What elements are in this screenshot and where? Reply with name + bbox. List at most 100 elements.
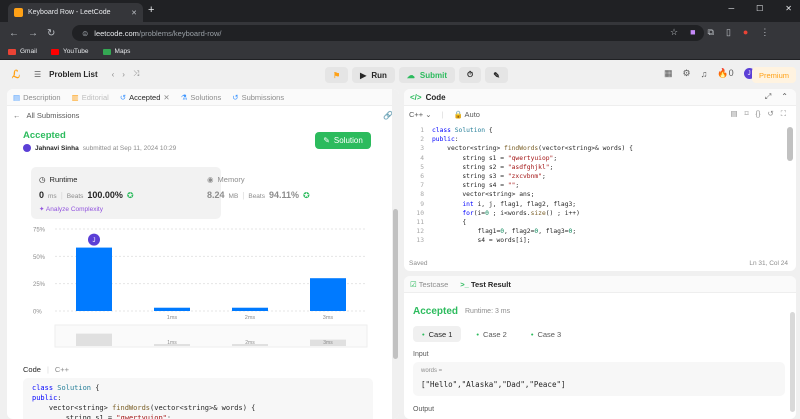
chart-bar[interactable] bbox=[76, 247, 112, 311]
runtime-label: ◷ Runtime bbox=[39, 175, 78, 184]
notifications-icon[interactable]: ♫ bbox=[701, 69, 708, 79]
extensions-puzzle-icon[interactable]: ⧉ bbox=[708, 27, 714, 38]
collapse-icon[interactable]: ⌃ bbox=[781, 92, 788, 102]
close-tab-icon[interactable]: ✕ bbox=[163, 93, 169, 102]
maps-icon bbox=[102, 48, 111, 55]
chart-bar[interactable] bbox=[232, 307, 268, 311]
editorial-icon: ▥ bbox=[71, 92, 79, 102]
line-number: 2 bbox=[420, 136, 424, 144]
run-button[interactable]: ▶ Run bbox=[352, 67, 395, 83]
all-submissions-link[interactable]: ← All Submissions bbox=[13, 111, 79, 120]
chart-bar[interactable] bbox=[310, 278, 346, 311]
bookmark-youtube[interactable]: YouTube bbox=[50, 48, 89, 55]
address-bar[interactable]: ⊜ leetcode.com/problems/keyboard-row/ bbox=[72, 25, 704, 41]
reset-icon[interactable]: ↺ bbox=[767, 109, 773, 119]
notes-icon[interactable]: ▤ bbox=[730, 109, 737, 119]
tab-editorial[interactable]: ▥ Editorial bbox=[72, 93, 109, 102]
extension-icon[interactable]: ■ bbox=[690, 27, 695, 38]
auto-mode-toggle[interactable]: 🔒 Auto bbox=[454, 110, 480, 119]
minimize-icon[interactable]: ─ bbox=[728, 4, 734, 13]
submitted-at: submitted at Sep 11, 2024 10:29 bbox=[82, 144, 177, 152]
problem-list-link[interactable]: Problem List bbox=[49, 70, 97, 79]
bookmark-icon[interactable]: ⌑ bbox=[745, 109, 749, 119]
submit-button[interactable]: ☁ Submit bbox=[398, 67, 455, 83]
close-window-icon[interactable]: ✕ bbox=[785, 4, 792, 13]
editor-scrollbar[interactable] bbox=[787, 127, 793, 161]
bookmark-gmail[interactable]: Gmail bbox=[8, 48, 37, 55]
notes-button[interactable]: ✎ bbox=[485, 67, 508, 83]
navigator-label: 2ms bbox=[245, 340, 255, 346]
streak-fire-icon[interactable]: 🔥0 bbox=[717, 68, 733, 79]
code-line: class Solution { bbox=[32, 384, 100, 392]
maximize-icon[interactable]: ☐ bbox=[756, 4, 763, 13]
history-icon: ↺ bbox=[119, 92, 127, 102]
output-label: Output bbox=[413, 406, 435, 413]
runtime-card[interactable]: ◷ Runtime 0 ms | Beats 100.00% ✪ ✦ Analyz… bbox=[31, 167, 221, 219]
code-lines[interactable]: class Solution { public: vector<string> … bbox=[432, 126, 633, 246]
leetcode-logo-icon[interactable]: ℒ bbox=[12, 68, 22, 81]
shuffle-icon[interactable]: ⤨ bbox=[133, 69, 139, 79]
scrollbar-thumb[interactable] bbox=[393, 209, 398, 359]
memory-card[interactable]: ◉ Memory 8.24 MB | Beats 94.11% ✪ bbox=[207, 167, 357, 219]
author-name[interactable]: Jahnavi Sinha bbox=[35, 145, 79, 152]
test-tabs: ☑ Testcase >_ Test Result bbox=[404, 276, 796, 293]
award-icon: ✪ bbox=[126, 191, 134, 200]
site-info-icon[interactable]: ⊜ bbox=[82, 29, 88, 38]
fullscreen-icon[interactable]: ⛶ bbox=[781, 109, 786, 119]
menu-icon[interactable]: ⋮ bbox=[760, 27, 769, 38]
settings-icon[interactable]: ⚙ bbox=[683, 68, 691, 79]
code-line: vector<string> findWords(vector<string>&… bbox=[32, 404, 256, 412]
chart-bar[interactable] bbox=[154, 307, 190, 311]
editor-title: Code bbox=[425, 92, 446, 102]
tab-title: Keyboard Row - LeetCode bbox=[28, 9, 111, 16]
next-problem-icon[interactable]: › bbox=[122, 70, 125, 79]
solution-button[interactable]: ✎ Solution bbox=[315, 132, 371, 149]
y-tick-label: 75% bbox=[33, 228, 46, 234]
tab-accepted[interactable]: ↺ Accepted ✕ bbox=[120, 93, 170, 102]
submission-status: Accepted bbox=[23, 130, 66, 141]
analyze-complexity-link[interactable]: ✦ Analyze Complexity bbox=[39, 205, 103, 213]
list-icon[interactable]: ☰ bbox=[34, 70, 41, 79]
premium-button[interactable]: Premium bbox=[752, 67, 796, 83]
browser-tab[interactable]: Keyboard Row - LeetCode ✕ bbox=[8, 3, 143, 22]
bookmark-maps[interactable]: Maps bbox=[102, 48, 130, 55]
debug-button[interactable]: ⚑ bbox=[325, 67, 349, 83]
left-tabs: ▤ Description ▥ Editorial ↺ Accepted ✕ ⚗ Solu… bbox=[7, 89, 399, 106]
runtime-distribution-chart[interactable]: 0% 25% 50% 75% J 1ms 2ms 3ms 1ms 2ms 3ms bbox=[31, 225, 373, 349]
input-variable: words = bbox=[421, 368, 443, 374]
maximize-icon[interactable]: ⤢ bbox=[765, 92, 771, 102]
terminal-icon: >_ bbox=[460, 279, 469, 289]
tab-test-result[interactable]: >_ Test Result bbox=[460, 280, 511, 289]
test-scrollbar[interactable] bbox=[790, 312, 795, 412]
timer-button[interactable]: ⏱ bbox=[459, 67, 482, 83]
new-tab-button[interactable]: + bbox=[148, 4, 154, 16]
close-tab-icon[interactable]: ✕ bbox=[131, 9, 137, 17]
profile-icon[interactable]: ● bbox=[743, 27, 748, 38]
runtime-beats: 100.00% bbox=[87, 190, 123, 200]
flask-icon: ⚗ bbox=[180, 92, 188, 102]
code-section-label: Code | C++ bbox=[23, 365, 70, 374]
forward-icon[interactable]: → bbox=[28, 28, 38, 39]
checkbox-icon: ☑ bbox=[410, 279, 417, 289]
editor-actions: ▤ ⌑ {} ↺ ⛶ bbox=[730, 109, 786, 119]
case-tab[interactable]: • Case 1 bbox=[413, 326, 462, 342]
prev-problem-icon[interactable]: ‹ bbox=[112, 70, 115, 79]
reload-icon[interactable]: ↻ bbox=[47, 28, 55, 39]
case-tab[interactable]: • Case 2 bbox=[467, 326, 515, 342]
tab-solutions[interactable]: ⚗ Solutions bbox=[181, 93, 222, 102]
pass-dot-icon: • bbox=[476, 329, 480, 339]
layout-icon[interactable]: ▦ bbox=[664, 68, 673, 79]
bookmark-star-icon[interactable]: ☆ bbox=[670, 27, 678, 38]
format-icon[interactable]: {} bbox=[755, 109, 760, 119]
cursor-position: Ln 31, Col 24 bbox=[749, 260, 788, 267]
back-icon[interactable]: ← bbox=[9, 28, 19, 39]
tab-testcase[interactable]: ☑ Testcase bbox=[410, 280, 448, 289]
code-editor[interactable]: 1 2 3 4 5 6 7 8 9 10 11 12 13 class Solution { publi… bbox=[404, 126, 796, 254]
tab-submissions[interactable]: ↺ Submissions bbox=[232, 93, 284, 102]
input-label: Input bbox=[413, 351, 429, 358]
sparkle-icon: ✦ bbox=[39, 206, 45, 213]
sidebar-icon[interactable]: ▯ bbox=[726, 27, 731, 38]
case-tab[interactable]: • Case 3 bbox=[522, 326, 570, 342]
tab-description[interactable]: ▤ Description bbox=[13, 93, 61, 102]
language-select[interactable]: C++ ⌄ bbox=[409, 110, 432, 119]
